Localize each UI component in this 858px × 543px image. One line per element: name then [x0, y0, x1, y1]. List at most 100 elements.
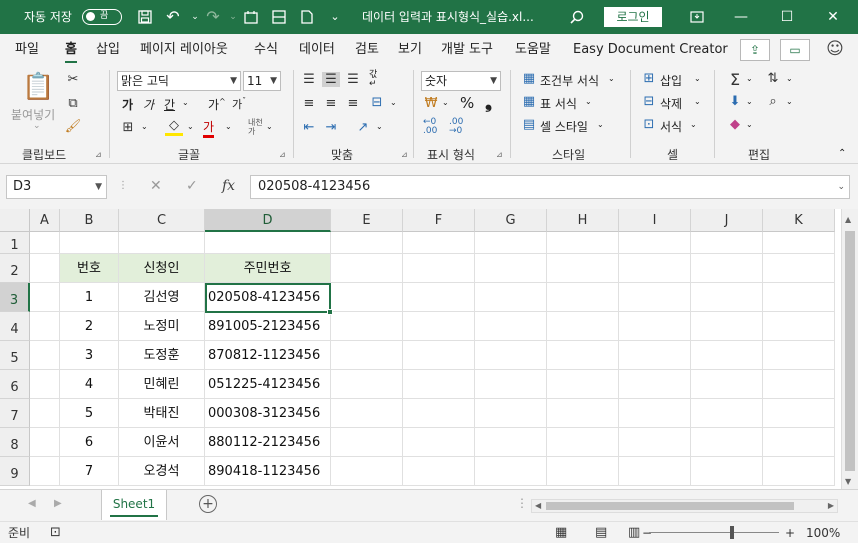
next-sheet-icon[interactable]: ▶: [54, 498, 62, 509]
cell[interactable]: [619, 370, 691, 399]
name-box[interactable]: D3 ▼: [6, 175, 107, 199]
page-break-view-icon[interactable]: ▥: [628, 522, 640, 543]
column-header-a[interactable]: A: [30, 209, 60, 232]
cell[interactable]: [30, 283, 60, 312]
row-header-6[interactable]: 6: [0, 370, 30, 399]
clear-icon[interactable]: ◆: [726, 117, 744, 132]
column-header-h[interactable]: H: [547, 209, 619, 232]
scroll-down-icon[interactable]: ▼: [845, 477, 851, 486]
insert-cells-button[interactable]: 삽입: [660, 72, 682, 89]
cell[interactable]: [403, 254, 475, 283]
id-number-cell[interactable]: 020508-4123456: [205, 283, 331, 312]
number-cell[interactable]: 1: [60, 283, 119, 312]
number-cell[interactable]: 7: [60, 457, 119, 486]
cell[interactable]: [547, 428, 619, 457]
alignment-launcher-icon[interactable]: ⊿: [401, 150, 408, 159]
align-left-icon[interactable]: ≡: [300, 96, 318, 111]
tab-easy-document-creator[interactable]: Easy Document Creator: [573, 34, 728, 66]
chevron-down-icon[interactable]: ⌄: [690, 120, 697, 129]
phonetic-dropdown-icon[interactable]: ⌄: [266, 122, 273, 131]
tab-file[interactable]: 파일: [15, 34, 39, 66]
cell[interactable]: [547, 312, 619, 341]
cell[interactable]: [30, 232, 60, 254]
chevron-down-icon[interactable]: ⌄: [608, 74, 615, 83]
tab-view[interactable]: 보기: [398, 34, 422, 66]
maximize-icon[interactable]: ☐: [764, 0, 810, 34]
login-button[interactable]: 로그인: [604, 7, 662, 27]
increase-decimal-icon[interactable]: ←0.00: [423, 118, 437, 136]
page-layout-view-icon[interactable]: ▤: [595, 522, 607, 543]
accounting-format-icon[interactable]: ₩: [422, 96, 440, 111]
number-cell[interactable]: 3: [60, 341, 119, 370]
cell[interactable]: [331, 254, 403, 283]
wrap-text-icon[interactable]: 갃 ↵: [369, 71, 377, 89]
cell[interactable]: [691, 370, 763, 399]
cell[interactable]: [331, 232, 403, 254]
sheet-tab-sheet1[interactable]: Sheet1: [101, 490, 167, 520]
save-icon[interactable]: [134, 0, 156, 34]
applicant-cell[interactable]: 박태진: [119, 399, 205, 428]
cell[interactable]: [475, 312, 547, 341]
tab-home[interactable]: 홈: [65, 34, 77, 66]
id-number-cell[interactable]: 891005-2123456: [205, 312, 331, 341]
number-format-select[interactable]: 숫자 ▼: [421, 71, 501, 91]
id-number-cell[interactable]: 870812-1123456: [205, 341, 331, 370]
format-as-table-button[interactable]: 표 서식: [540, 95, 577, 112]
delete-cells-icon[interactable]: ⊟: [640, 94, 658, 109]
cell[interactable]: [403, 312, 475, 341]
cell[interactable]: [691, 341, 763, 370]
cell[interactable]: [30, 370, 60, 399]
paste-dropdown-icon[interactable]: ⌄: [33, 121, 41, 131]
id-number-cell[interactable]: 890418-1123456: [205, 457, 331, 486]
cell[interactable]: [691, 457, 763, 486]
column-header-i[interactable]: I: [619, 209, 691, 232]
font-color-icon[interactable]: 가: [203, 118, 215, 138]
number-launcher-icon[interactable]: ⊿: [496, 150, 503, 159]
row-header-2[interactable]: 2: [0, 254, 30, 283]
cell[interactable]: [547, 457, 619, 486]
zoom-slider-thumb[interactable]: [730, 526, 734, 539]
column-header-g[interactable]: G: [475, 209, 547, 232]
scroll-thumb[interactable]: [546, 502, 794, 510]
table-header-cell[interactable]: 신청인: [119, 254, 205, 283]
number-cell[interactable]: 4: [60, 370, 119, 399]
applicant-cell[interactable]: 노정미: [119, 312, 205, 341]
cell[interactable]: [691, 312, 763, 341]
cell[interactable]: [475, 370, 547, 399]
id-number-cell[interactable]: 000308-3123456: [205, 399, 331, 428]
number-cell[interactable]: 2: [60, 312, 119, 341]
cell[interactable]: [331, 283, 403, 312]
cell[interactable]: [619, 457, 691, 486]
underline-dropdown-icon[interactable]: ⌄: [182, 98, 189, 107]
quick-access-icon-1[interactable]: [240, 0, 262, 34]
prev-sheet-icon[interactable]: ◀: [28, 498, 36, 509]
cell[interactable]: [403, 341, 475, 370]
scroll-left-icon[interactable]: ◀: [535, 501, 541, 510]
cell[interactable]: [763, 312, 835, 341]
cell-styles-button[interactable]: 셀 스타일: [540, 118, 588, 135]
close-icon[interactable]: ✕: [810, 0, 856, 34]
cell[interactable]: [331, 370, 403, 399]
chevron-down-icon[interactable]: ⌄: [786, 97, 793, 106]
cell[interactable]: [205, 232, 331, 254]
row-header-7[interactable]: 7: [0, 399, 30, 428]
insert-function-icon[interactable]: fx: [222, 178, 235, 194]
column-header-e[interactable]: E: [331, 209, 403, 232]
cell[interactable]: [619, 254, 691, 283]
drag-handle-icon[interactable]: ⋮: [118, 180, 128, 191]
cell[interactable]: [547, 283, 619, 312]
worksheet-grid[interactable]: ABCDEFGHIJK 123456789 번호 신청인 주민번호 1 김선영 02050…: [0, 209, 858, 489]
cell[interactable]: [763, 232, 835, 254]
bold-button[interactable]: 가: [122, 96, 133, 113]
accessibility-icon[interactable]: ⊡: [50, 522, 61, 543]
autosave-toggle[interactable]: 끔: [82, 9, 122, 25]
font-name-select[interactable]: 맑은 고딕 ▼: [117, 71, 241, 91]
cell[interactable]: [331, 428, 403, 457]
cell[interactable]: [475, 232, 547, 254]
align-middle-icon[interactable]: ☰: [322, 72, 340, 87]
cell[interactable]: [763, 428, 835, 457]
increase-font-button[interactable]: 가^: [208, 96, 226, 113]
share-icon[interactable]: ⇪: [740, 39, 770, 61]
customize-toolbar-icon[interactable]: ⌄: [324, 0, 346, 34]
cut-icon[interactable]: ✂: [64, 72, 82, 87]
